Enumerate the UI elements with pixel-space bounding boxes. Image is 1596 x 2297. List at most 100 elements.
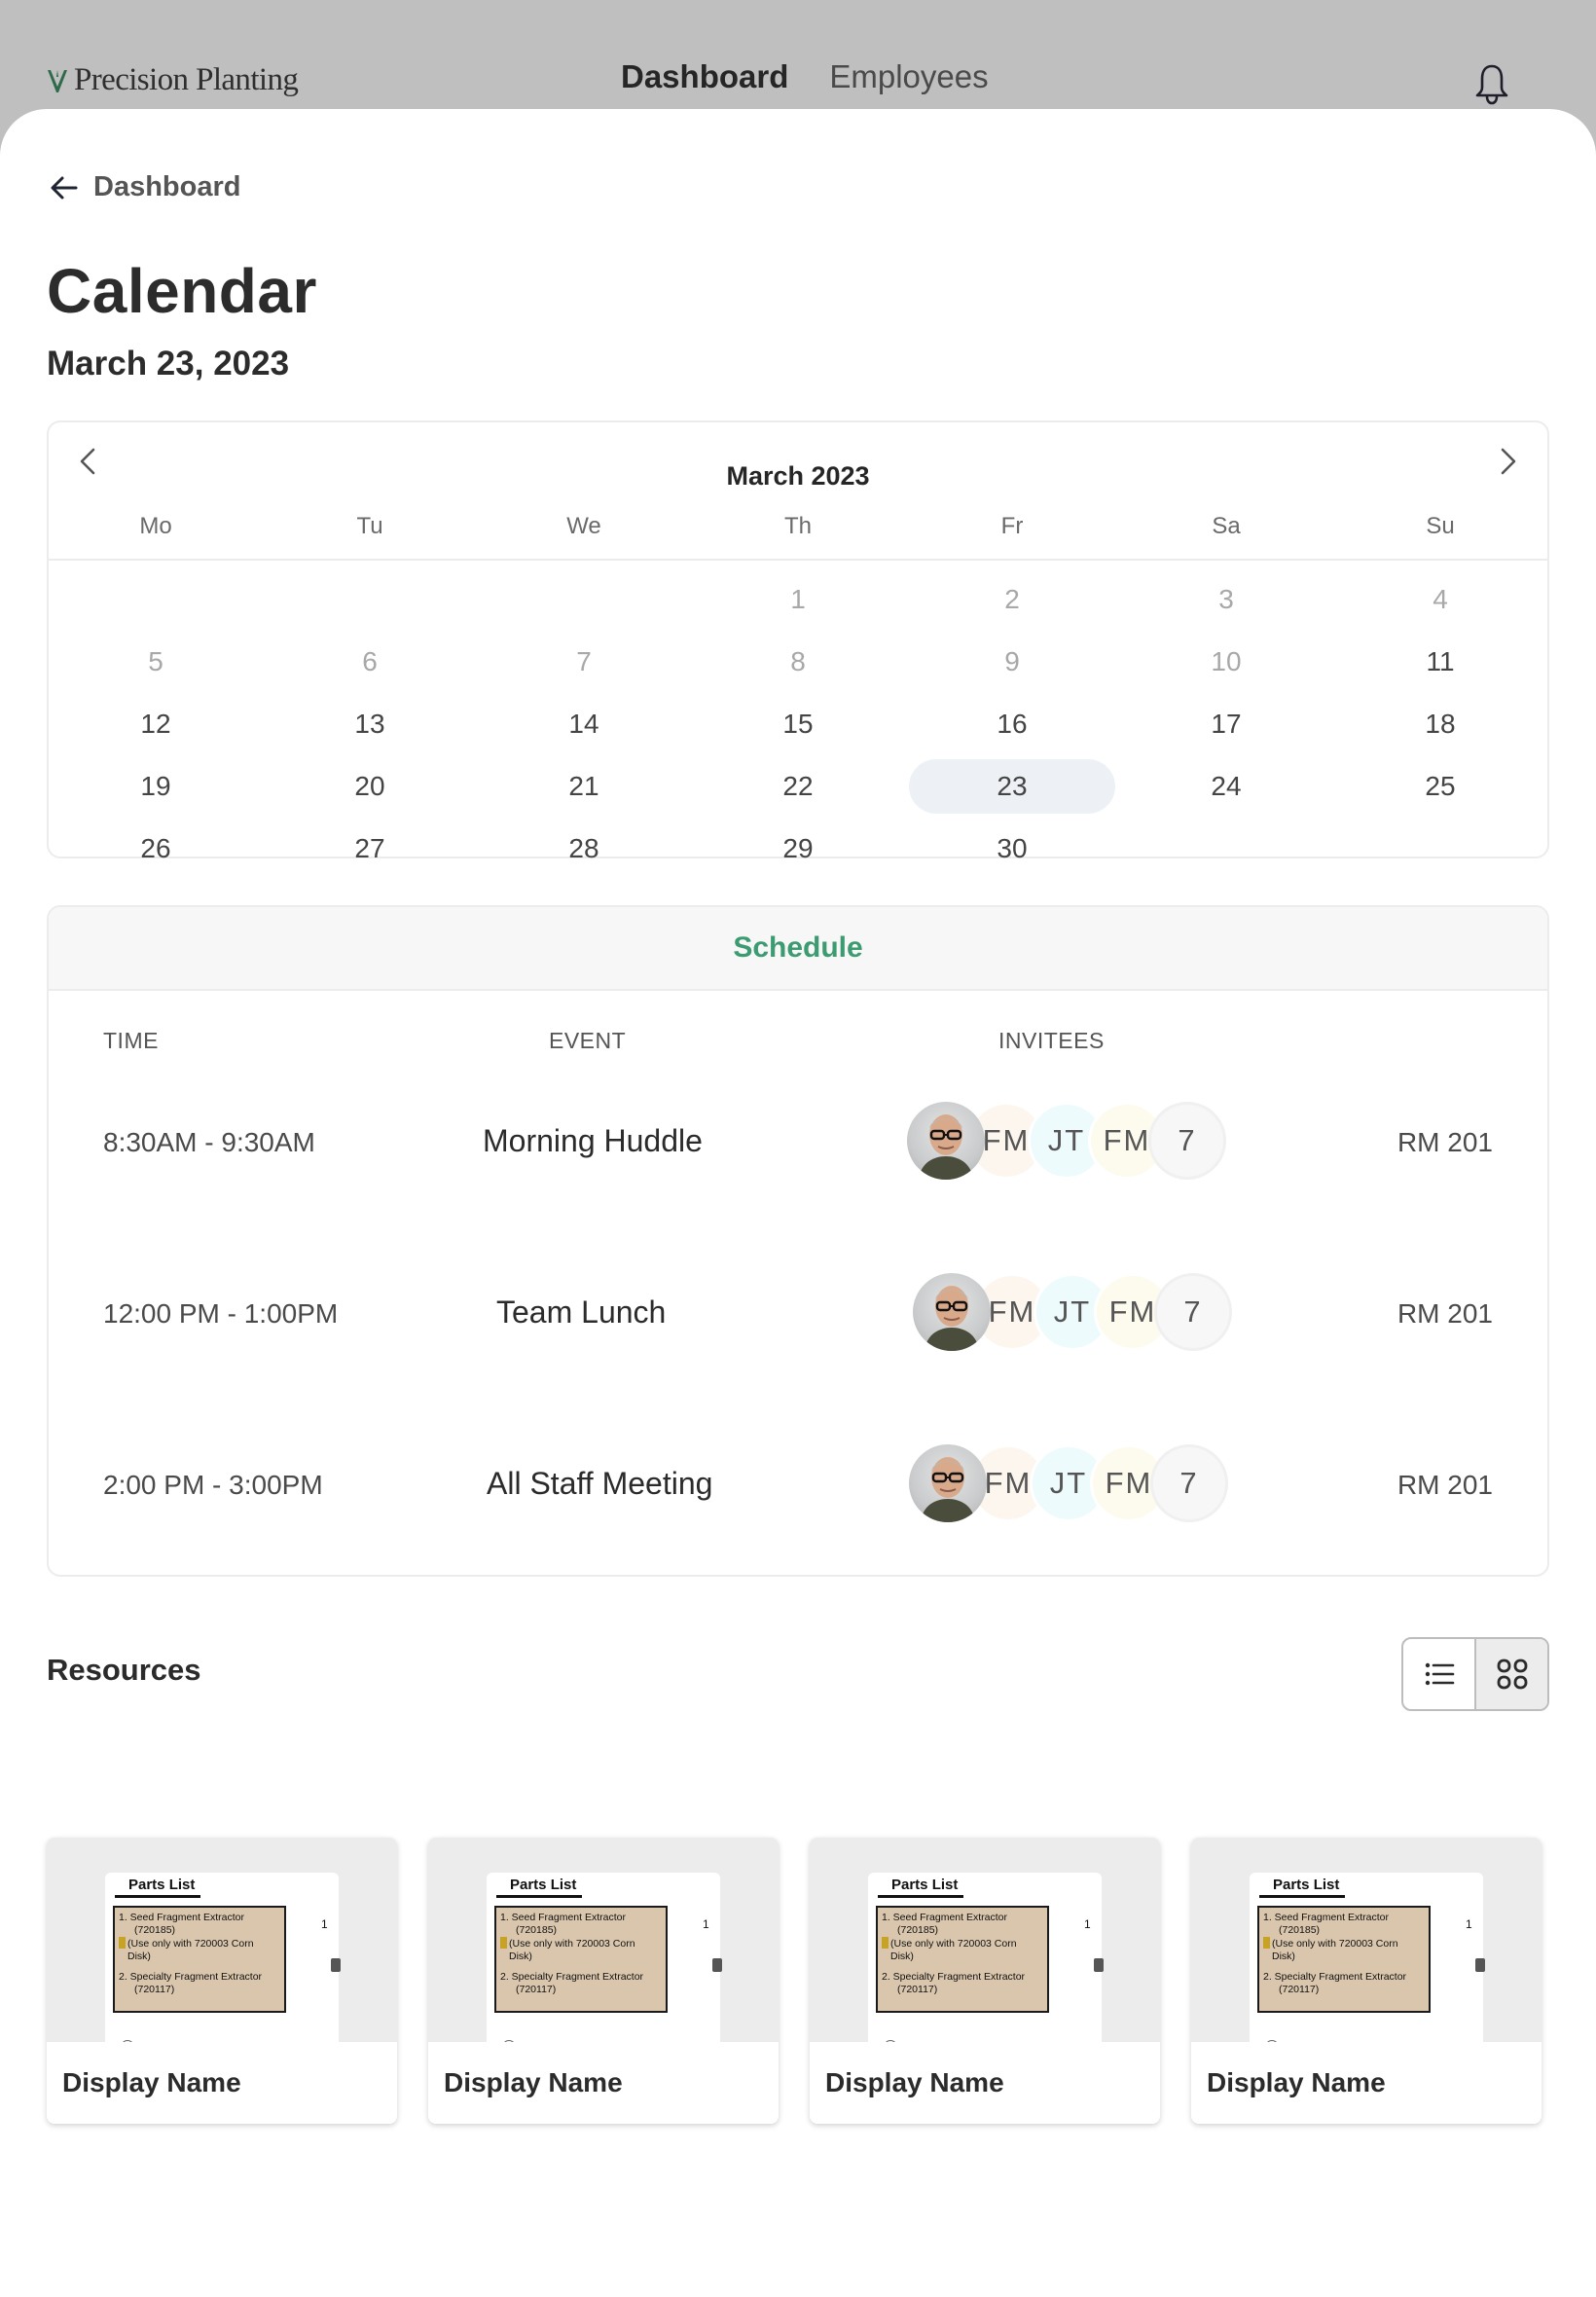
- doc-line: Disk): [1272, 1951, 1295, 1962]
- calendar-day[interactable]: 21: [477, 755, 691, 818]
- avatar[interactable]: [909, 1444, 987, 1522]
- calendar-day: 5: [49, 631, 263, 693]
- calendar-day[interactable]: 30: [905, 818, 1119, 880]
- calendar-day[interactable]: 11: [1333, 631, 1547, 693]
- calendar-day[interactable]: 18: [1333, 693, 1547, 755]
- part-image-icon: [712, 1958, 722, 1972]
- calendar-blank: [477, 568, 691, 631]
- document-preview: Parts List 1. Seed Fragment Extractor (7…: [868, 1873, 1104, 2042]
- doc-line: 1. Seed Fragment Extractor: [500, 1912, 626, 1923]
- list-view-icon: [1425, 1662, 1454, 1686]
- avatar[interactable]: [913, 1273, 991, 1351]
- calendar-day-number: 1: [790, 584, 806, 614]
- list-view-button[interactable]: [1403, 1639, 1474, 1709]
- weekday-label: Mo: [139, 513, 172, 539]
- view-toggle: [1401, 1637, 1549, 1711]
- doc-line: 1. Seed Fragment Extractor: [119, 1912, 244, 1923]
- calendar-day-number: 27: [354, 833, 385, 863]
- nav-dashboard[interactable]: Dashboard: [621, 58, 788, 95]
- calendar-day-number: 21: [568, 771, 599, 801]
- resource-cards: Parts List 1. Seed Fragment Extractor (7…: [47, 1838, 1542, 2124]
- calendar-day[interactable]: 25: [1333, 755, 1547, 818]
- more-invitees-count[interactable]: 7: [1150, 1444, 1228, 1522]
- schedule-row[interactable]: 2:00 PM - 3:00PM All Staff Meeting FM JT F…: [49, 1433, 1547, 1540]
- calendar-day[interactable]: 27: [263, 818, 477, 880]
- doc-line: 2. Specialty Fragment Extractor: [1263, 1971, 1407, 1983]
- circle-marker-icon: [502, 2040, 516, 2042]
- invitee-avatars[interactable]: FM JT FM 7: [913, 1273, 1232, 1355]
- calendar-day[interactable]: 16: [905, 693, 1119, 755]
- calendar-day[interactable]: 19: [49, 755, 263, 818]
- calendar-divider: [49, 559, 1547, 561]
- calendar-day-number: 8: [790, 646, 806, 676]
- chevron-right-icon: [1501, 448, 1516, 475]
- brand-name: Precision Planting: [74, 62, 299, 97]
- doc-line: (720117): [1279, 1984, 1320, 1995]
- calendar-day[interactable]: 20: [263, 755, 477, 818]
- calendar-day: 1: [691, 568, 905, 631]
- warning-icon: [500, 1937, 507, 1949]
- calendar-day-number: 20: [354, 771, 385, 801]
- brand-logo[interactable]: Precision Planting: [45, 62, 299, 98]
- weekday-header: Mo Tu We Th Fr Sa Su: [49, 513, 1547, 552]
- circle-marker-icon: [884, 2040, 897, 2042]
- invitee-avatars[interactable]: FM JT FM 7: [907, 1102, 1226, 1184]
- calendar-day[interactable]: 12: [49, 693, 263, 755]
- calendar-day-selected[interactable]: 23: [905, 755, 1119, 818]
- calendar-day-number: 9: [1004, 646, 1020, 676]
- grid-view-button[interactable]: [1474, 1639, 1547, 1709]
- calendar-day-number: 10: [1211, 646, 1242, 676]
- calendar-day: 7: [477, 631, 691, 693]
- calendar-day[interactable]: 14: [477, 693, 691, 755]
- back-to-dashboard-link[interactable]: Dashboard: [49, 171, 240, 203]
- calendar-day[interactable]: 17: [1119, 693, 1333, 755]
- nav-employees[interactable]: Employees: [829, 58, 988, 95]
- schedule-row[interactable]: 8:30AM - 9:30AM Morning Huddle FM JT FM 7 R…: [49, 1090, 1547, 1197]
- calendar-day[interactable]: 15: [691, 693, 905, 755]
- schedule-header: Schedule: [49, 907, 1547, 991]
- doc-line: (720117): [516, 1984, 557, 1995]
- document-preview: Parts List 1. Seed Fragment Extractor (7…: [487, 1873, 722, 2042]
- calendar-day-number: 3: [1218, 584, 1234, 614]
- resource-card[interactable]: Parts List 1. Seed Fragment Extractor (7…: [810, 1838, 1160, 2124]
- doc-line: 2. Specialty Fragment Extractor: [119, 1971, 263, 1983]
- calendar-day-number: 26: [140, 833, 171, 863]
- weekday-label: Th: [783, 513, 812, 539]
- calendar-day-number: 7: [576, 646, 592, 676]
- resource-card[interactable]: Parts List 1. Seed Fragment Extractor (7…: [1191, 1838, 1542, 2124]
- more-invitees-count[interactable]: 7: [1154, 1273, 1232, 1351]
- doc-line: (Use only with 720003 Corn: [1272, 1938, 1398, 1950]
- schedule-row[interactable]: 12:00 PM - 1:00PM Team Lunch FM JT FM 7 RM …: [49, 1261, 1547, 1368]
- arrow-left-icon: [51, 176, 78, 199]
- calendar-day: 6: [263, 631, 477, 693]
- avatar[interactable]: [907, 1102, 985, 1180]
- invitee-avatars[interactable]: FM JT FM 7: [909, 1444, 1228, 1526]
- part-image-icon: [331, 1958, 341, 1972]
- resource-card[interactable]: Parts List 1. Seed Fragment Extractor (7…: [428, 1838, 779, 2124]
- event-name: Morning Huddle: [483, 1123, 703, 1158]
- more-invitees-count[interactable]: 7: [1148, 1102, 1226, 1180]
- calendar-day[interactable]: 29: [691, 818, 905, 880]
- next-month-button[interactable]: [1491, 442, 1526, 481]
- doc-line: (720117): [134, 1984, 175, 1995]
- calendar-day-number: 18: [1425, 709, 1456, 739]
- doc-heading: Parts List: [115, 1877, 201, 1898]
- calendar-day[interactable]: 24: [1119, 755, 1333, 818]
- resource-name: Display Name: [825, 2067, 1004, 2097]
- doc-heading: Parts List: [496, 1877, 583, 1898]
- doc-heading: Parts List: [878, 1877, 964, 1898]
- schedule-column-headers: TIME EVENT INVITEES: [49, 1028, 1547, 1057]
- calendar-day-number: 12: [140, 709, 171, 739]
- calendar-day[interactable]: 13: [263, 693, 477, 755]
- calendar-day[interactable]: 26: [49, 818, 263, 880]
- calendar-day-number: 23: [997, 771, 1028, 801]
- doc-line: (720185): [1279, 1924, 1321, 1936]
- resource-card[interactable]: Parts List 1. Seed Fragment Extractor (7…: [47, 1838, 397, 2124]
- event-room: RM 201: [1396, 1470, 1493, 1500]
- calendar-day[interactable]: 22: [691, 755, 905, 818]
- warning-icon: [882, 1937, 889, 1949]
- bell-icon[interactable]: [1472, 62, 1511, 107]
- doc-number: 1: [1084, 1917, 1091, 1931]
- circle-marker-icon: [1265, 2040, 1279, 2042]
- calendar-day[interactable]: 28: [477, 818, 691, 880]
